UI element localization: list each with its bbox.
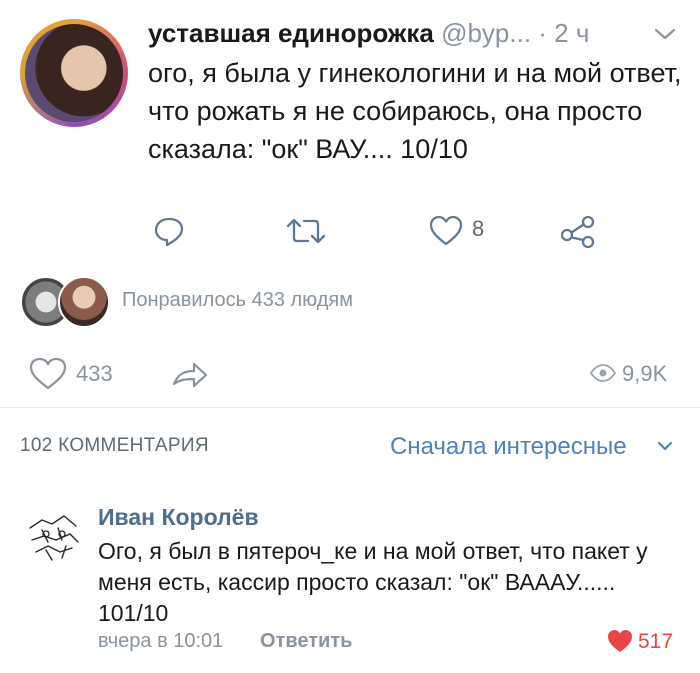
liked-by-row[interactable]: Понравилось 433 людям — [0, 266, 700, 336]
views-eye-icon — [590, 364, 616, 382]
section-divider — [0, 407, 700, 408]
tweet-text: ого, я была у гинекологини и на мой отве… — [148, 58, 682, 164]
like-heart-icon[interactable] — [28, 356, 68, 392]
reply-icon[interactable] — [152, 214, 186, 248]
tweet-like-count: 8 — [472, 216, 485, 241]
tweet-actions: 8 — [0, 208, 700, 252]
share-icon[interactable] — [560, 214, 596, 248]
like-count: 433 — [76, 361, 113, 386]
comments-header: 102 КОММЕНТАРИЯ Сначала интересные — [0, 425, 700, 465]
tweet-timestamp: · 2 ч — [538, 18, 590, 48]
chevron-down-icon[interactable] — [655, 439, 675, 453]
tweet-author-handle[interactable]: @byp... — [441, 18, 531, 48]
comment-text: Ого, я был в пятероч_ке и на мой ответ, … — [98, 538, 648, 626]
chevron-down-icon[interactable] — [650, 24, 680, 44]
heart-filled-icon[interactable] — [606, 628, 634, 654]
heart-icon[interactable] — [428, 214, 464, 248]
reply-button[interactable]: Ответить — [260, 630, 352, 653]
liker-avatar — [58, 276, 110, 328]
commenter-avatar[interactable] — [22, 506, 84, 568]
tweet-header: уставшая единорожка @byp... · 2 ч — [148, 16, 589, 50]
comments-count: 102 КОММЕНТАРИЯ — [20, 435, 209, 456]
post-stats: 433 9,9K — [0, 350, 700, 400]
embedded-tweet: уставшая единорожка @byp... · 2 ч ого, я… — [0, 0, 700, 262]
avatar-image — [25, 24, 123, 122]
share-arrow-icon[interactable] — [170, 358, 210, 392]
comment-like-count: 517 — [638, 630, 674, 653]
retweet-icon[interactable] — [286, 214, 326, 248]
comment-timestamp: вчера в 10:01 — [98, 630, 224, 652]
views-count: 9,9K — [622, 361, 668, 386]
liked-by-text: Понравилось 433 людям — [122, 289, 353, 311]
tweet-author-name[interactable]: уставшая единорожка — [148, 18, 434, 48]
comment-author-name[interactable]: Иван Королёв — [98, 504, 259, 531]
tweet-author-avatar[interactable] — [20, 19, 128, 127]
comments-sort-dropdown[interactable]: Сначала интересные — [390, 433, 627, 461]
comment-item: Иван Королёв Ого, я был в пятероч_ке и н… — [0, 498, 700, 673]
